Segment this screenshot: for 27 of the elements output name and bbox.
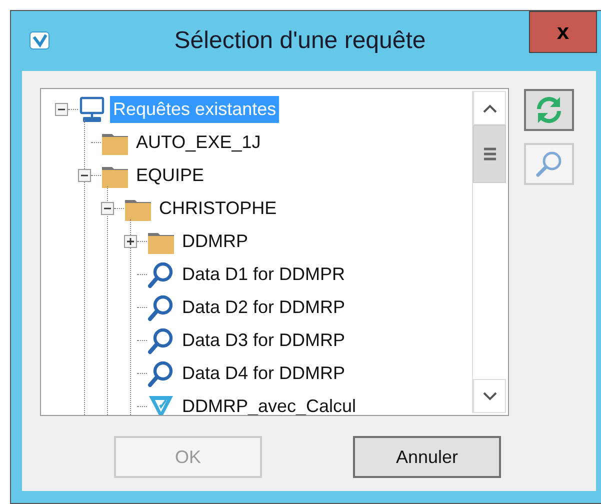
tree-item[interactable]: Data D4 for DDMRP bbox=[179, 360, 348, 387]
collapse-icon[interactable] bbox=[78, 169, 91, 182]
magnifier-icon bbox=[147, 294, 175, 322]
tree-item[interactable]: CHRISTOPHE bbox=[156, 195, 280, 222]
expand-icon[interactable] bbox=[124, 235, 137, 248]
app-logo-icon bbox=[29, 31, 51, 51]
search-icon bbox=[534, 149, 564, 179]
scrollbar[interactable] bbox=[472, 91, 506, 413]
magnifier-icon bbox=[147, 360, 175, 388]
cancel-button[interactable]: Annuler bbox=[353, 436, 501, 478]
collapse-icon[interactable] bbox=[101, 202, 114, 215]
magnifier-icon bbox=[147, 260, 175, 288]
scroll-thumb[interactable] bbox=[473, 125, 506, 183]
tree-item[interactable]: Data D3 for DDMRP bbox=[179, 327, 348, 354]
collapse-icon[interactable] bbox=[55, 103, 68, 116]
tree-item[interactable]: Data D2 for DDMRP bbox=[179, 294, 348, 321]
tree-item[interactable]: DDMRP bbox=[179, 228, 251, 255]
computer-icon bbox=[78, 96, 106, 124]
scroll-up-icon[interactable] bbox=[482, 104, 496, 112]
refresh-button[interactable] bbox=[524, 89, 574, 131]
tree-item[interactable]: AUTO_EXE_1J bbox=[133, 129, 264, 156]
close-button[interactable]: x bbox=[529, 11, 597, 53]
tree-item[interactable]: EQUIPE bbox=[133, 162, 208, 189]
magnifier-icon bbox=[147, 326, 175, 354]
scroll-down-icon[interactable] bbox=[482, 392, 496, 400]
window-title: Sélection d'une requête bbox=[173, 26, 427, 56]
tree-item[interactable]: Data D1 for DDMPR bbox=[179, 261, 348, 288]
